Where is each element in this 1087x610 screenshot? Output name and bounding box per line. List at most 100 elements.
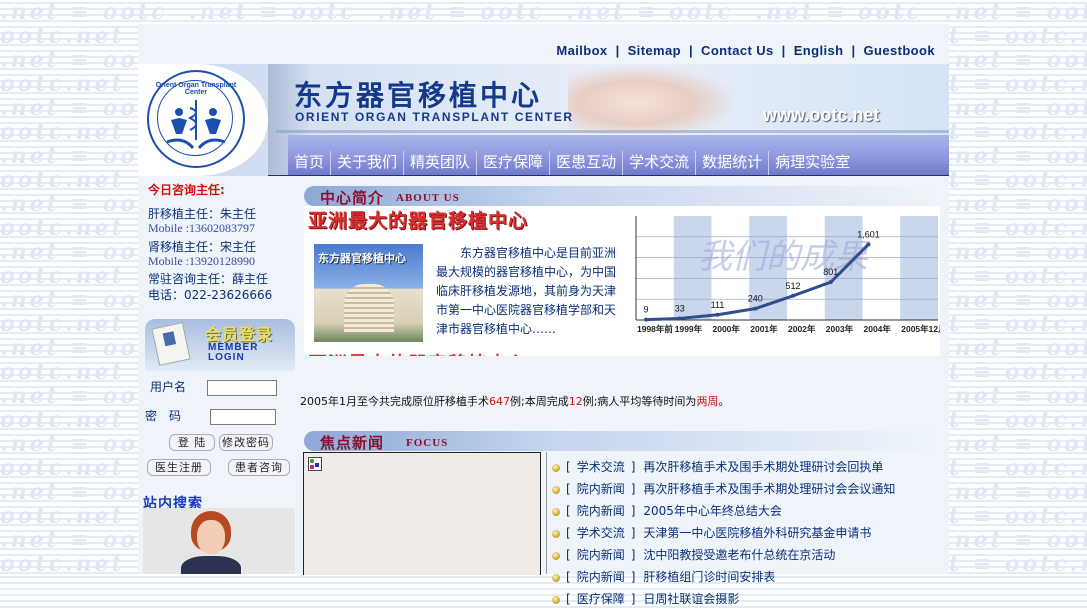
banner: Orient Organ Transplant Center 东方器官移植中心 … bbox=[138, 64, 949, 176]
guestbook-link[interactable]: Guestbook bbox=[864, 43, 936, 58]
news-category: [院内新闻] bbox=[566, 570, 636, 584]
chart-point bbox=[828, 280, 833, 285]
main-nav: 首页 关于我们 精英团队 医疗保障 医患互动 学术交流 数据统计 病理实验室 bbox=[288, 135, 949, 176]
chart-point bbox=[866, 242, 871, 247]
chart-tick-label: 1999年 bbox=[675, 324, 703, 334]
about-header-cn: 中心简介 bbox=[320, 189, 385, 207]
nav-about[interactable]: 关于我们 bbox=[330, 151, 403, 176]
news-category: [医疗保障] bbox=[566, 592, 636, 606]
separator: | bbox=[851, 43, 856, 58]
news-title[interactable]: 沈中阳教授受邀老布什总统在京活动 bbox=[643, 548, 835, 562]
news-section-header: 焦点新闻 FOCUS bbox=[304, 431, 940, 452]
chart-point bbox=[753, 306, 758, 311]
password-input[interactable] bbox=[210, 409, 276, 425]
chart-data-label: 33 bbox=[675, 303, 685, 313]
chart-tick-label: 1998年前 bbox=[637, 324, 673, 334]
chart-data-label: 1,601 bbox=[857, 229, 880, 239]
news-title[interactable]: 再次肝移植手术及围手术期处理研讨会会议通知 bbox=[643, 482, 895, 496]
bullet-icon bbox=[552, 552, 560, 560]
nav-academic[interactable]: 学术交流 bbox=[622, 151, 695, 176]
chart-data-label: 801 bbox=[823, 267, 838, 277]
news-item[interactable]: [院内新闻] 肝移植组门诊时间安排表 bbox=[552, 566, 942, 588]
news-item[interactable]: [学术交流] 天津第一中心医院移植外科研究基金申请书 bbox=[552, 522, 942, 544]
site-url: www.ootc.net bbox=[763, 105, 880, 125]
patient-consult-button[interactable]: 患者咨询 bbox=[228, 459, 290, 476]
chart-point bbox=[677, 316, 682, 321]
contact-us-link[interactable]: Contact Us bbox=[701, 43, 774, 58]
news-title[interactable]: 肝移植组门诊时间安排表 bbox=[643, 570, 775, 584]
achievements-chart: 我们的成果 9 33 111 240 512 801 1,601 1998年前 1999年 2000… bbox=[634, 212, 940, 336]
liver-director: 肝移植主任：朱主任 bbox=[148, 207, 257, 221]
nav-statistics[interactable]: 数据统计 bbox=[695, 151, 768, 176]
logo[interactable]: Orient Organ Transplant Center bbox=[138, 64, 268, 176]
news-item[interactable]: [医疗保障] 日周社联谊会摄影 bbox=[552, 588, 942, 610]
sitemap-link[interactable]: Sitemap bbox=[628, 43, 681, 58]
site-title-en: ORIENT ORGAN TRANSPLANT CENTER bbox=[295, 110, 574, 124]
news-item[interactable]: [院内新闻] 2005年中心年终总结大会 bbox=[552, 500, 942, 522]
mailbox-link[interactable]: Mailbox bbox=[556, 43, 607, 58]
bullet-icon bbox=[552, 464, 560, 472]
stats-total: 647 bbox=[489, 395, 510, 408]
id-card-icon bbox=[151, 322, 191, 366]
assistant-avatar[interactable] bbox=[143, 508, 295, 574]
separator: | bbox=[781, 43, 786, 58]
chart-tick-label: 2001年 bbox=[750, 324, 778, 334]
stats-suffix: 。 bbox=[718, 395, 730, 408]
about-header-en: ABOUT US bbox=[396, 192, 460, 204]
password-label: 密 码 bbox=[145, 409, 182, 423]
separator: | bbox=[688, 43, 694, 58]
news-title[interactable]: 天津第一中心医院移植外科研究基金申请书 bbox=[643, 526, 871, 540]
chart-data-label: 111 bbox=[711, 300, 725, 310]
consult-title: 今日咨询主任: bbox=[148, 183, 225, 197]
news-category: [学术交流] bbox=[566, 460, 636, 474]
center-building-image[interactable]: 东方器官移植中心 bbox=[314, 244, 423, 342]
news-item[interactable]: [院内新闻] 再次肝移植手术及围手术期处理研讨会会议通知 bbox=[552, 478, 942, 500]
logo-text: Orient Organ Transplant Center bbox=[155, 82, 237, 96]
change-password-button[interactable]: 修改密码 bbox=[219, 434, 273, 451]
nav-team[interactable]: 精英团队 bbox=[403, 151, 476, 176]
member-login-panel: 会员登录 MEMBER LOGIN 用户名 密 码 登 陆 修改密码 医生注册 患… bbox=[141, 319, 296, 479]
news-header-en: FOCUS bbox=[406, 437, 449, 449]
news-header-cn: 焦点新闻 bbox=[320, 434, 385, 452]
chart-tick-label: 2000年 bbox=[713, 324, 741, 334]
nav-medical-care[interactable]: 医疗保障 bbox=[476, 151, 549, 176]
about-slogan-marquee: 亚洲最大的器官移植中心 bbox=[308, 350, 608, 356]
news-category: [院内新闻] bbox=[566, 482, 636, 496]
nav-interaction[interactable]: 医患互动 bbox=[549, 151, 622, 176]
about-section-header: 中心简介 ABOUT US bbox=[304, 186, 940, 207]
news-item[interactable]: [学术交流] 再次肝移植手术及围手术期处理研讨会回执单 bbox=[552, 456, 942, 478]
login-button[interactable]: 登 陆 bbox=[169, 434, 215, 451]
news-media-frame[interactable] bbox=[303, 452, 541, 575]
news-title[interactable]: 再次肝移植手术及围手术期处理研讨会回执单 bbox=[643, 460, 883, 474]
chart-column-band bbox=[900, 216, 938, 320]
about-text: 东方器官移植中心是目前亚洲最大规模的器官移植中心，为中国临床肝移植发源地，其前身… bbox=[436, 246, 617, 336]
news-title[interactable]: 2005年中心年终总结大会 bbox=[643, 504, 782, 518]
stats-summary: 2005年1月至今共完成原位肝移植手术647例;本周完成12例;病人平均等待时间… bbox=[300, 393, 729, 409]
kidney-director: 肾移植主任：宋主任 bbox=[148, 240, 257, 254]
chart-point bbox=[791, 293, 795, 298]
stats-mid2: 例;病人平均等待时间为 bbox=[582, 395, 697, 408]
main-content: 中心简介 ABOUT US 亚洲最大的器官移植中心 东方器官移植中心 东方器官移… bbox=[300, 176, 949, 606]
news-item[interactable]: [院内新闻] 沈中阳教授受邀老布什总统在京活动 bbox=[552, 544, 942, 566]
stats-prefix: 2005年1月至今共完成原位肝移植手术 bbox=[300, 395, 489, 408]
page-container: Mailbox | Sitemap | Contact Us | English | Guest… bbox=[138, 24, 949, 606]
stats-mid1: 例;本周完成 bbox=[510, 395, 569, 408]
login-title-en: MEMBER LOGIN bbox=[208, 343, 258, 363]
username-label: 用户名 bbox=[150, 380, 187, 394]
nav-pathology-lab[interactable]: 病理实验室 bbox=[768, 151, 856, 176]
doctor-register-button[interactable]: 医生注册 bbox=[147, 459, 211, 476]
english-link[interactable]: English bbox=[794, 43, 844, 58]
username-input[interactable] bbox=[207, 380, 277, 396]
bullet-icon bbox=[552, 530, 560, 538]
login-title-en-2: LOGIN bbox=[208, 352, 245, 363]
news-list: [学术交流] 再次肝移植手术及围手术期处理研讨会回执单 [院内新闻] 再次肝移植手术及… bbox=[552, 456, 942, 610]
news-title[interactable]: 日周社联谊会摄影 bbox=[643, 592, 739, 606]
chart-data-label: 9 bbox=[643, 305, 648, 315]
nav-home[interactable]: 首页 bbox=[288, 151, 330, 176]
chart-point bbox=[715, 312, 720, 317]
about-slogan: 亚洲最大的器官移植中心 bbox=[308, 210, 529, 232]
news-category: [院内新闻] bbox=[566, 504, 636, 518]
left-sidebar: 今日咨询主任: 肝移植主任：朱主任 Mobile :13602083797 肾移… bbox=[138, 176, 298, 574]
chart-data-label: 240 bbox=[748, 294, 763, 304]
chart-tick-label: 2003年 bbox=[826, 324, 854, 334]
